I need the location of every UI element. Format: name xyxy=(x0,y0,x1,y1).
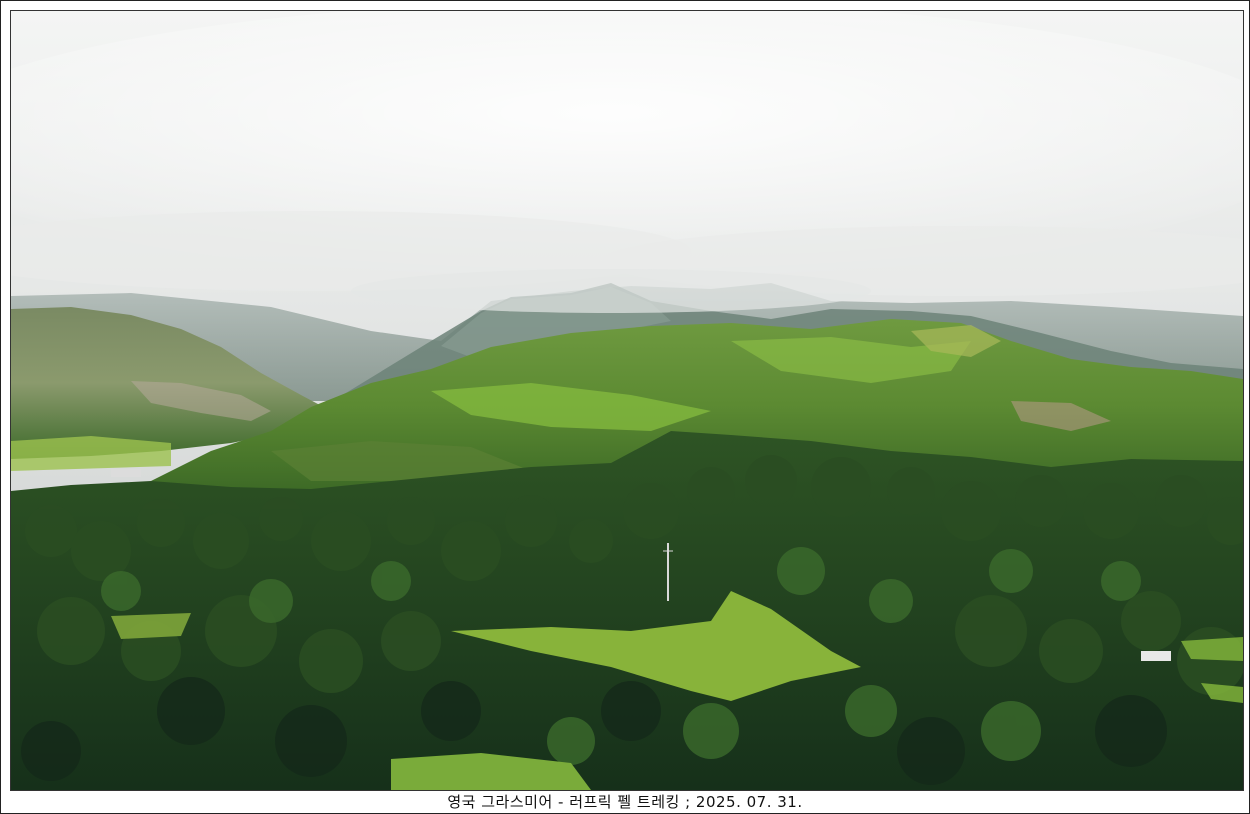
house xyxy=(1141,651,1171,661)
photo-frame xyxy=(0,0,1250,814)
village xyxy=(111,469,141,477)
photo-caption: 영국 그라스미어 - 러프릭 펠 트레킹 ; 2025. 07. 31. xyxy=(447,793,803,811)
landscape-illustration xyxy=(11,11,1243,790)
landscape-photo xyxy=(10,10,1244,791)
